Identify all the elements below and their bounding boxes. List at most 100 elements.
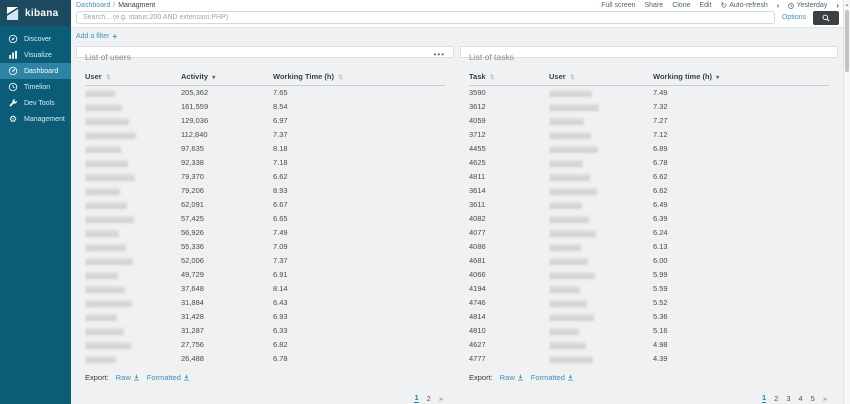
pagination-page-3[interactable]: 3 <box>786 394 790 403</box>
table-cell-user <box>85 282 181 296</box>
table-cell-user <box>549 114 653 128</box>
search-input[interactable] <box>76 11 775 24</box>
redacted-user-value <box>549 188 597 195</box>
pagination-page-1[interactable]: 1 <box>414 393 418 403</box>
scrollbar-up-arrow[interactable]: ▲ <box>844 0 850 9</box>
table-cell-user <box>85 310 181 324</box>
sidebar-item-visualize[interactable]: Visualize <box>0 47 71 63</box>
pagination-page-5[interactable]: 5 <box>811 394 815 403</box>
panel-title: List of tasks <box>469 52 829 62</box>
sidebar-item-discover[interactable]: Discover <box>0 31 71 47</box>
column-header-working-time-h[interactable]: Working time (h) ▾ <box>653 69 829 86</box>
table-cell-user <box>549 198 653 212</box>
table-cell-user <box>85 198 181 212</box>
table-row: 129,0366.97 <box>85 114 445 128</box>
export-row: Export: Raw Formatted <box>85 373 445 382</box>
table-row: 40826.39 <box>469 212 829 226</box>
table-cell-user <box>85 170 181 184</box>
table-cell: 7.65 <box>273 86 445 100</box>
redacted-user-value <box>549 202 582 209</box>
table-cell: 6.93 <box>273 310 445 324</box>
sidebar-item-dev-tools[interactable]: Dev Tools <box>0 95 71 111</box>
pagination-page-4[interactable]: 4 <box>798 394 802 403</box>
table-cell-user <box>85 100 181 114</box>
clone-button[interactable]: Clone <box>672 2 690 9</box>
vertical-scrollbar[interactable]: ▲ <box>843 0 850 404</box>
table-row: 41945.59 <box>469 282 829 296</box>
export-formatted-link[interactable]: Formatted <box>147 373 190 382</box>
tasks-table: Task ⇅User ⇅Working time (h) ▾ 3590 7.49 3… <box>469 69 829 366</box>
table-row: 36146.62 <box>469 184 829 198</box>
export-raw-link[interactable]: Raw <box>116 373 140 382</box>
scrollbar-thumb[interactable] <box>845 10 849 72</box>
table-row: 27,7566.82 <box>85 338 445 352</box>
redacted-user-value <box>85 258 133 265</box>
export-raw-link[interactable]: Raw <box>500 373 524 382</box>
table-row: 46256.78 <box>469 156 829 170</box>
breadcrumb-separator: / <box>113 2 115 9</box>
table-cell: 4777 <box>469 352 549 366</box>
sidebar-item-timelion[interactable]: Timelion <box>0 79 71 95</box>
options-link[interactable]: Options <box>782 14 806 21</box>
sidebar-item-dashboard[interactable]: Dashboard <box>0 63 71 79</box>
table-cell: 6.33 <box>273 324 445 338</box>
pagination-page-2[interactable]: 2 <box>774 394 778 403</box>
table-cell: 5.52 <box>653 296 829 310</box>
table-cell: 3611 <box>469 198 549 212</box>
column-header-user[interactable]: User ⇅ <box>549 69 653 86</box>
table-cell: 4082 <box>469 212 549 226</box>
redacted-user-value <box>85 272 118 279</box>
time-picker-button[interactable]: Yesterday <box>788 2 827 9</box>
pagination-page-2[interactable]: 2 <box>427 394 431 403</box>
table-cell: 161,559 <box>181 100 273 114</box>
table-row: 31,2876.33 <box>85 324 445 338</box>
panel-menu-icon[interactable]: ••• <box>434 50 445 59</box>
users-table: User ⇅Activity ▾Working Time (h) ⇅ 205,3… <box>85 69 445 366</box>
pagination-page-1[interactable]: 1 <box>762 393 766 403</box>
add-filter-link[interactable]: Add a filter + <box>76 32 117 41</box>
table-row: 40776.24 <box>469 226 829 240</box>
auto-refresh-button[interactable]: ↻Auto-refresh <box>721 2 768 9</box>
pagination-next-button[interactable]: » <box>823 394 827 403</box>
breadcrumb-dashboard-link[interactable]: Dashboard <box>76 2 110 9</box>
table-row: 31,8846.43 <box>85 296 445 310</box>
time-prev-button[interactable]: ‹ <box>777 1 780 10</box>
column-header-working-time-h[interactable]: Working Time (h) ⇅ <box>273 69 445 86</box>
export-formatted-link[interactable]: Formatted <box>531 373 574 382</box>
table-cell: 4681 <box>469 254 549 268</box>
table-cell: 79,206 <box>181 184 273 198</box>
pagination-next-button[interactable]: » <box>439 394 443 403</box>
table-cell: 8.93 <box>273 184 445 198</box>
table-cell: 3712 <box>469 128 549 142</box>
table-cell: 5.99 <box>653 268 829 282</box>
table-cell: 7.49 <box>653 86 829 100</box>
column-header-activity[interactable]: Activity ▾ <box>181 69 273 86</box>
table-cell: 129,036 <box>181 114 273 128</box>
edit-button[interactable]: Edit <box>699 2 711 9</box>
table-cell: 79,370 <box>181 170 273 184</box>
table-cell-user <box>549 184 653 198</box>
plus-icon: + <box>112 32 117 41</box>
table-cell: 62,091 <box>181 198 273 212</box>
full-screen-button[interactable]: Full screen <box>601 2 635 9</box>
table-cell: 3590 <box>469 86 549 100</box>
sidebar-item-label: Visualize <box>24 52 52 59</box>
table-cell-user <box>85 212 181 226</box>
sidebar-item-management[interactable]: ⚙ Management <box>0 111 71 127</box>
table-cell-user <box>549 268 653 282</box>
redacted-user-value <box>85 286 125 293</box>
column-header-task[interactable]: Task ⇅ <box>469 69 549 86</box>
table-row: 49,7296.91 <box>85 268 445 282</box>
search-button[interactable] <box>813 11 839 25</box>
table-cell-user <box>549 170 653 184</box>
kibana-logo[interactable]: kibana <box>0 0 71 26</box>
table-cell: 4746 <box>469 296 549 310</box>
table-cell: 31,884 <box>181 296 273 310</box>
redacted-user-value <box>85 342 131 349</box>
table-cell: 7.12 <box>653 128 829 142</box>
table-cell: 6.43 <box>273 296 445 310</box>
table-header-row: Task ⇅User ⇅Working time (h) ▾ <box>469 69 829 86</box>
share-button[interactable]: Share <box>645 2 664 9</box>
time-next-button[interactable]: › <box>836 1 839 10</box>
column-header-user[interactable]: User ⇅ <box>85 69 181 86</box>
